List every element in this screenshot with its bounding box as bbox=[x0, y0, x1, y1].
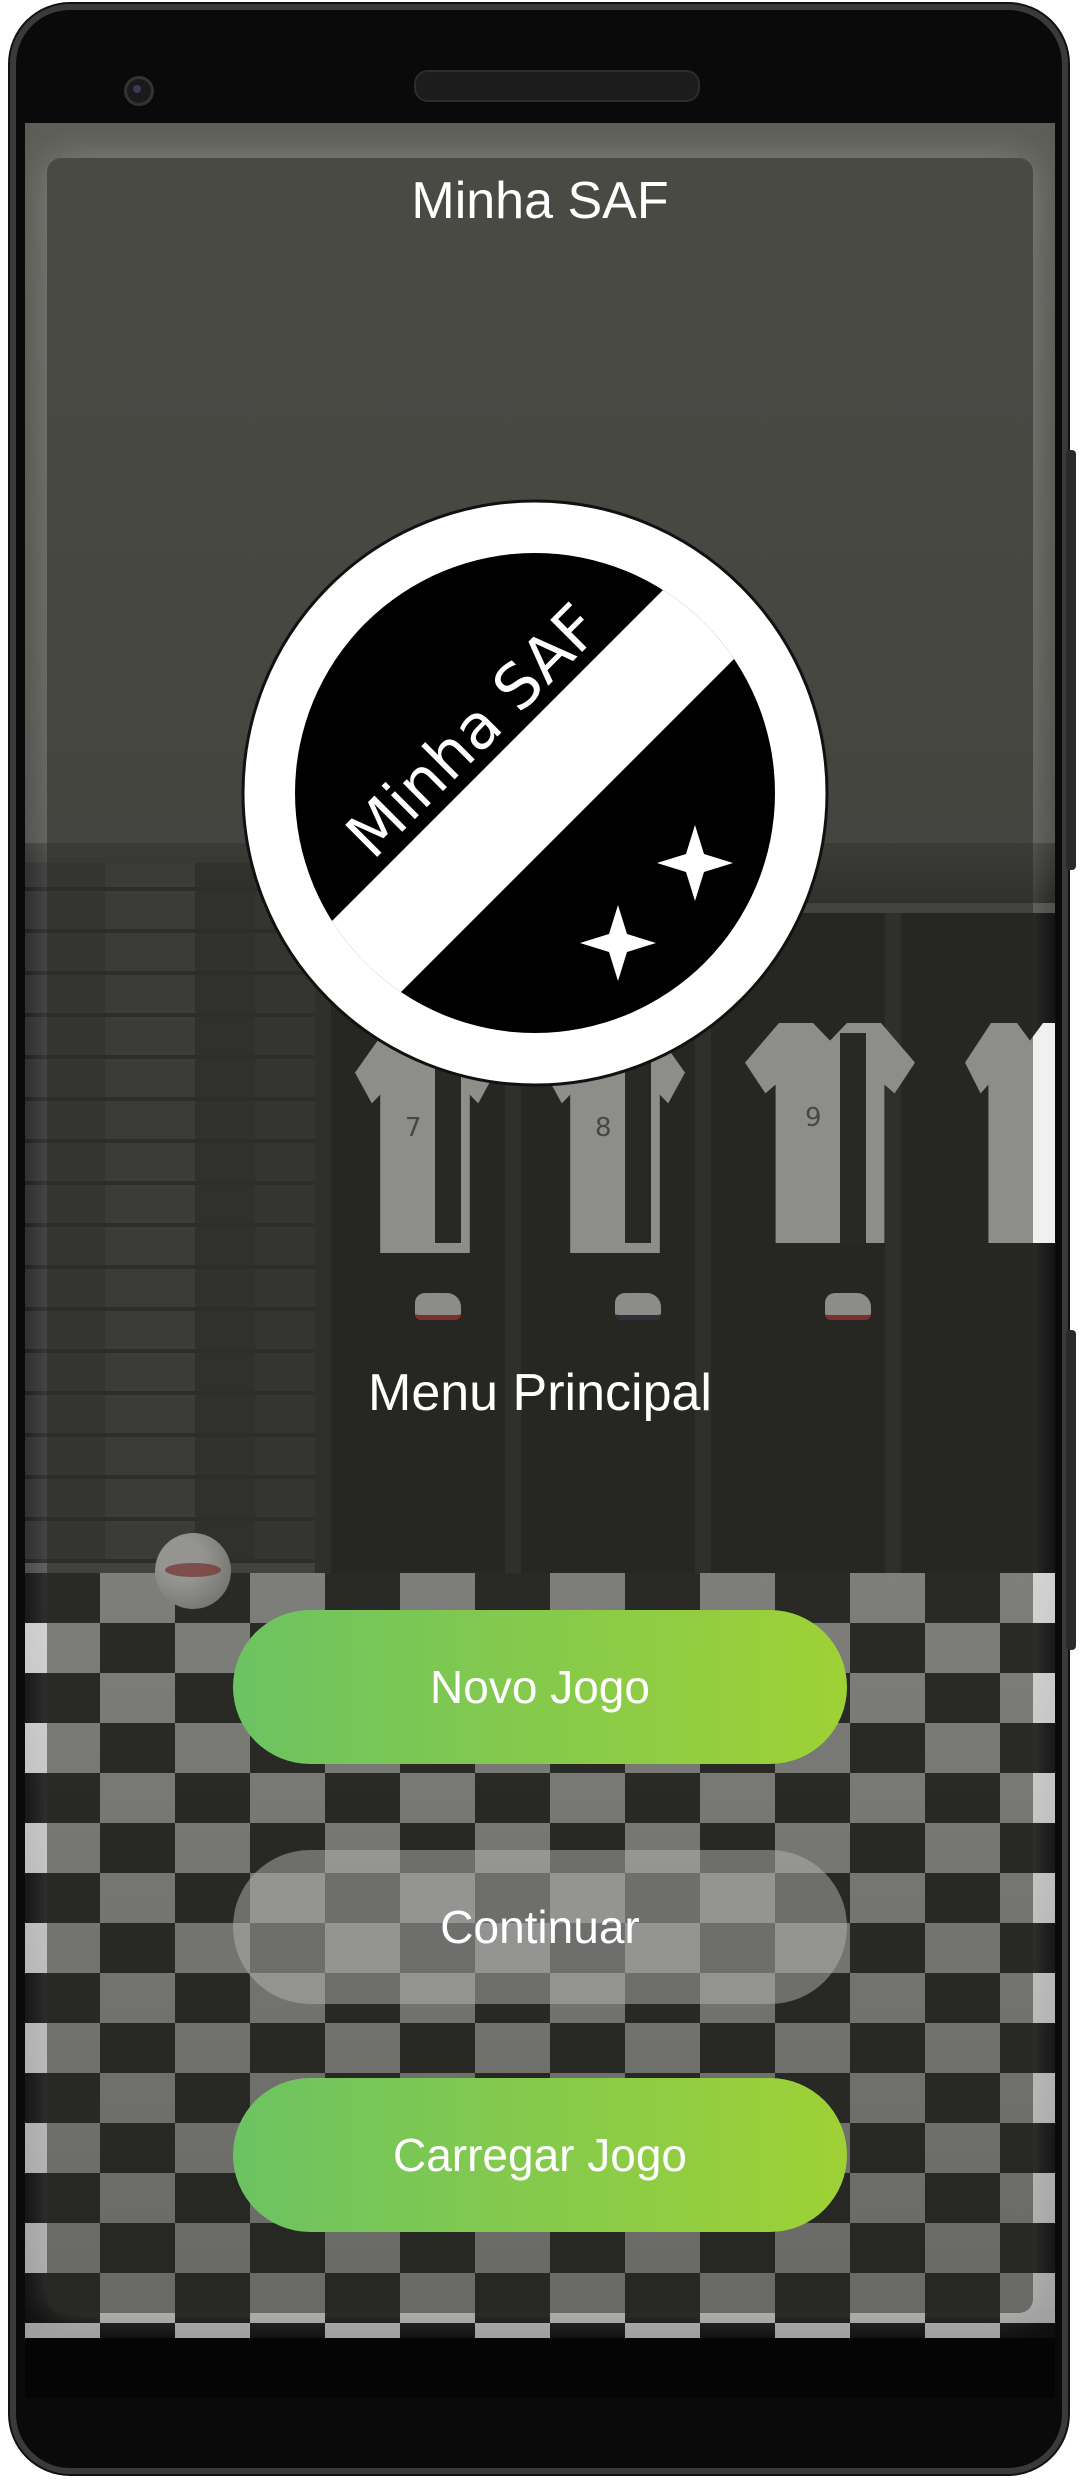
new-game-button[interactable]: Novo Jogo bbox=[233, 1610, 847, 1764]
phone-bottom-bezel bbox=[25, 2338, 1055, 2398]
continue-button[interactable]: Continuar bbox=[233, 1850, 847, 2004]
app-screen: 7 8 9 Minha SAF Minha SAF bbox=[25, 123, 1055, 2338]
power-button bbox=[1066, 450, 1076, 870]
main-menu-heading: Menu Principal bbox=[368, 1364, 712, 1422]
front-camera-icon bbox=[124, 76, 154, 106]
volume-button bbox=[1066, 1330, 1076, 1650]
club-crest-logo: Minha SAF bbox=[241, 499, 829, 1087]
load-game-button[interactable]: Carregar Jogo bbox=[233, 2078, 847, 2232]
app-title: Minha SAF bbox=[411, 172, 669, 230]
earpiece-speaker bbox=[414, 70, 700, 102]
